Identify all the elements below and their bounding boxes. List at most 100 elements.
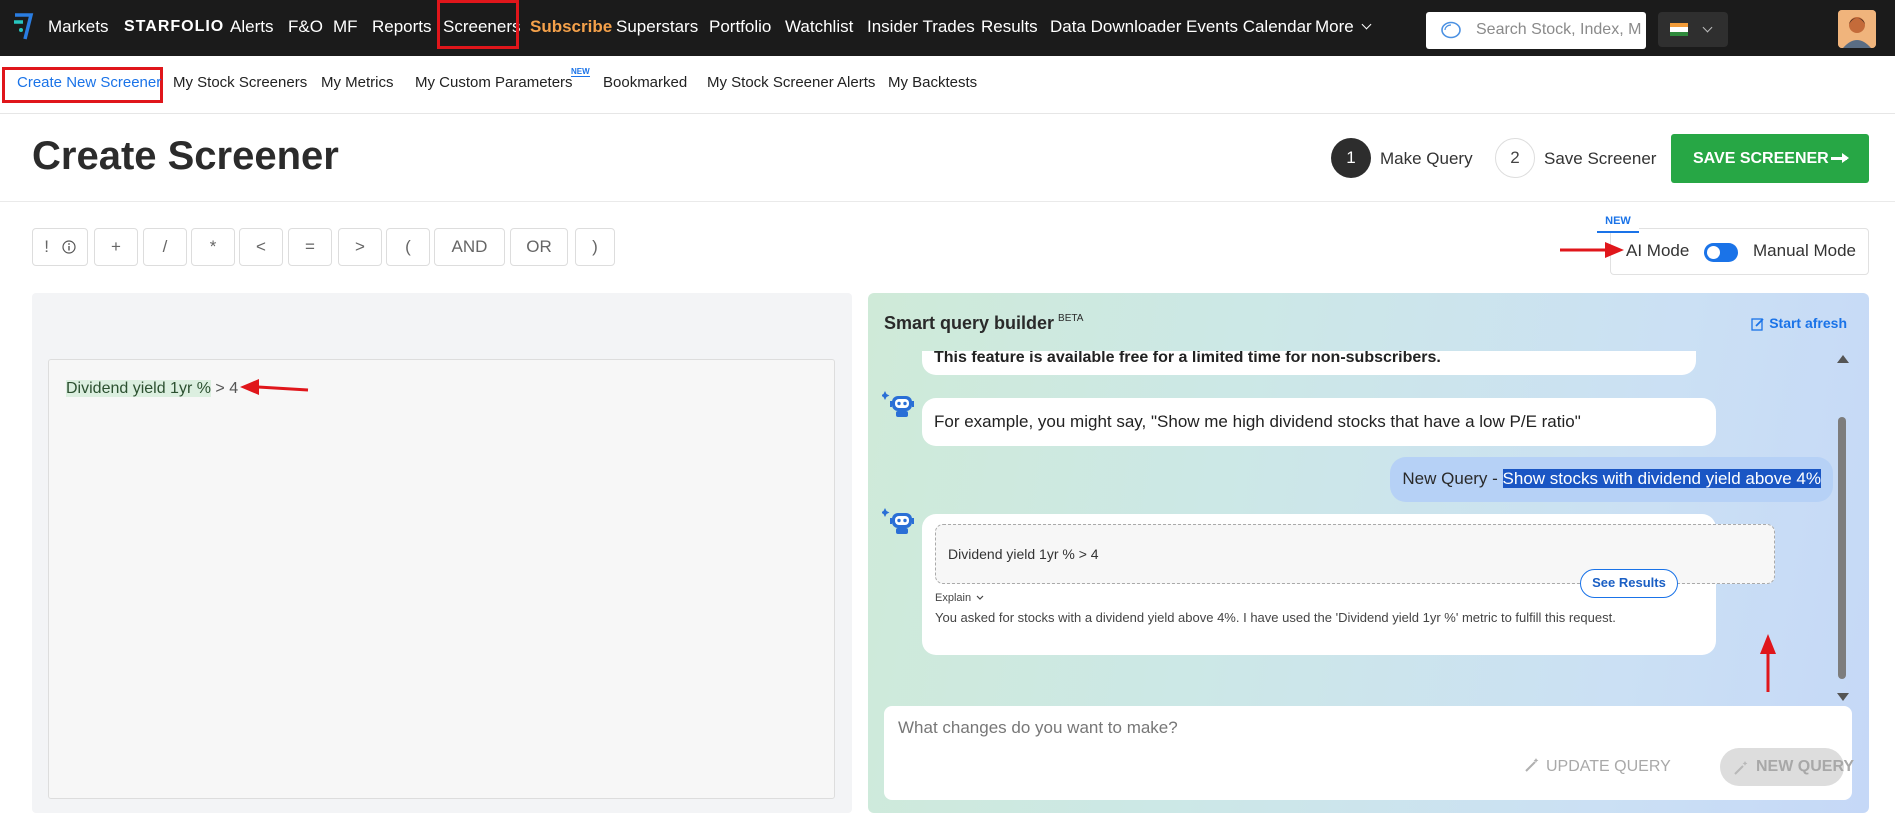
save-screener-label: SAVE SCREENER [1693,150,1829,167]
chat-input[interactable] [898,718,1828,738]
edit-icon [1751,318,1764,331]
save-screener-button[interactable]: SAVE SCREENER [1671,134,1869,183]
user-query-prefix: New Query - [1402,469,1503,488]
beta-badge: BETA [1058,313,1084,324]
subnav-my-stock-screener-alerts[interactable]: My Stock Screener Alerts [707,74,875,91]
example-message: For example, you might say, "Show me hig… [922,398,1716,446]
query-operator-token: > 4 [210,380,239,397]
sub-navigation-bar: Create New Screener My Stock Screeners M… [0,56,1895,114]
operator-open-paren-button[interactable]: ( [386,228,430,266]
operator-divide-button[interactable]: / [143,228,187,266]
result-message: Dividend yield 1yr % > 4 See Results Exp… [922,514,1775,655]
user-query-text: Show stocks with dividend yield above 4% [1502,469,1821,488]
step-2-label: Save Screener [1544,149,1657,168]
query-editor[interactable]: Dividend yield 1yr % > 4 [48,359,835,799]
update-query-label: UPDATE QUERY [1546,758,1671,775]
user-query-message: New Query - Show stocks with dividend yi… [1390,457,1833,502]
chevron-down-icon [976,595,984,600]
operator-plus-button[interactable]: + [94,228,138,266]
info-icon[interactable] [62,239,76,254]
step-2-indicator: 2 [1495,138,1535,178]
subnav-my-stock-screeners[interactable]: My Stock Screeners [173,74,307,91]
divider [0,201,1895,202]
country-selector[interactable] [1658,12,1728,47]
update-query-button[interactable]: UPDATE QUERY [1524,757,1671,776]
nav-markets[interactable]: Markets [48,0,108,56]
user-avatar[interactable] [1838,10,1876,48]
nav-subscribe[interactable]: Subscribe [530,0,612,56]
search-box[interactable] [1426,12,1646,49]
subnav-create-new-screener[interactable]: Create New Screener [17,74,161,91]
wand-icon [1525,757,1539,772]
nav-more-label: More [1315,17,1354,36]
wand-icon [1734,761,1748,775]
explain-toggle[interactable]: Explain [935,592,984,604]
start-afresh-link[interactable]: Start afresh [1751,315,1847,331]
toggle-knob [1707,246,1720,259]
avatar-icon [1838,10,1876,48]
see-results-button[interactable]: See Results [1580,569,1678,598]
operator-not-label: ! [44,237,49,256]
india-flag-icon [1670,23,1688,36]
subnav-my-metrics[interactable]: My Metrics [321,74,394,91]
bot-avatar-icon [882,508,914,534]
nav-reports[interactable]: Reports [372,0,432,56]
operator-not-button[interactable]: ! [32,228,88,266]
mode-toggle-switch[interactable] [1704,243,1738,262]
scroll-down-icon[interactable] [1837,693,1849,701]
nav-portfolio[interactable]: Portfolio [709,0,771,56]
nav-starfolio[interactable]: STARFOLIO [124,0,224,56]
example-text: For example, you might say, "Show me hig… [934,412,1581,431]
operator-close-paren-button[interactable]: ) [575,228,615,266]
screeners-highlight-annotation [437,0,519,49]
nav-mf[interactable]: MF [333,0,358,56]
operator-greater-than-button[interactable]: > [338,228,382,266]
new-query-label: NEW QUERY [1756,758,1855,775]
operator-multiply-button[interactable]: * [191,228,235,266]
nav-alerts[interactable]: Alerts [230,0,273,56]
scroll-thumb[interactable] [1838,417,1846,679]
manual-mode-label[interactable]: Manual Mode [1753,241,1856,261]
nav-watchlist[interactable]: Watchlist [785,0,853,56]
smart-query-builder-panel: Smart query builder BETA Start afresh Thi… [868,293,1869,813]
nav-more[interactable]: More [1315,0,1372,56]
subnav-my-custom-parameters[interactable]: My Custom Parameters [415,74,573,91]
query-expression: Dividend yield 1yr % > 4 [66,380,238,398]
search-input[interactable] [1476,21,1641,39]
new-query-button[interactable]: NEW QUERY [1720,748,1854,786]
new-badge: NEW [571,67,590,77]
arrow-right-icon [1831,153,1849,163]
ai-mode-label[interactable]: AI Mode [1626,241,1689,261]
top-navigation-bar: Markets STARFOLIO Alerts F&O MF Reports … [0,0,1895,56]
query-metric-token[interactable]: Dividend yield 1yr % [66,380,211,397]
nav-events-calendar[interactable]: Events Calendar [1186,0,1312,56]
chevron-down-icon [1361,19,1372,30]
nav-fno[interactable]: F&O [288,0,323,56]
operator-and-button[interactable]: AND [434,228,505,266]
operator-or-button[interactable]: OR [510,228,568,266]
chat-scrollbar[interactable] [1835,351,1849,703]
page-title: Create Screener [32,134,339,178]
smart-query-title: Smart query builder BETA [884,313,1083,334]
smart-query-title-text: Smart query builder [884,313,1055,333]
chat-messages: This feature is available free for a lim… [868,351,1869,704]
explain-label: Explain [935,592,972,604]
operator-less-than-button[interactable]: < [239,228,283,266]
subnav-bookmarked[interactable]: Bookmarked [603,74,687,91]
nav-insider-trades[interactable]: Insider Trades [867,0,975,56]
app-logo-icon[interactable] [12,11,34,41]
bot-avatar-icon [882,391,914,417]
ai-mode-new-badge: NEW [1597,211,1639,233]
subnav-my-backtests[interactable]: My Backtests [888,74,977,91]
chat-input-card: UPDATE QUERY NEW QUERY [884,706,1854,800]
operator-equals-button[interactable]: = [288,228,332,266]
step-1-label: Make Query [1380,149,1473,168]
nav-data-downloader[interactable]: Data Downloader [1050,0,1181,56]
nav-results[interactable]: Results [981,0,1038,56]
scroll-up-icon[interactable] [1837,355,1849,363]
nav-superstars[interactable]: Superstars [616,0,698,56]
chevron-down-icon [1702,22,1713,33]
explanation-text: You asked for stocks with a dividend yie… [935,610,1616,625]
step-1-indicator: 1 [1331,138,1371,178]
start-afresh-label: Start afresh [1769,315,1847,331]
